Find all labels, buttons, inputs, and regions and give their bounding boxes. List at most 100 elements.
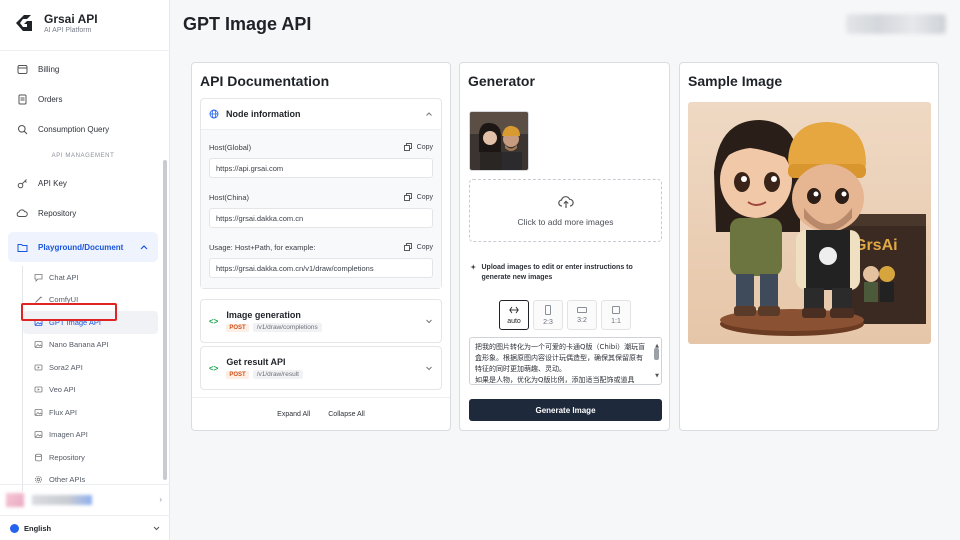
chevron-up-icon <box>140 243 148 252</box>
image-upload-dropzone[interactable]: Click to add more images <box>469 179 662 242</box>
orders-icon <box>16 93 28 105</box>
brand-logo-icon <box>16 15 32 31</box>
copy-label: Copy <box>416 193 433 201</box>
sub-item-sora2-api[interactable]: Sora2 API <box>23 356 158 379</box>
sidebar-item-label: Repository <box>38 208 77 218</box>
language-selector[interactable]: English <box>0 515 170 540</box>
method-badge: POST <box>226 370 249 379</box>
sidebar-scrollbar[interactable] <box>163 160 167 480</box>
sub-item-nano-banana-api[interactable]: Nano Banana API <box>23 334 158 357</box>
aspect-ratio-selector: auto 2:3 3:2 1:1 <box>499 300 635 330</box>
chevron-right-icon: › <box>159 495 162 504</box>
ratio-option-2-3[interactable]: 2:3 <box>533 300 563 330</box>
accordion-header[interactable]: <> Image generation POST /v1/draw/comple… <box>201 300 441 342</box>
image-icon <box>33 340 43 350</box>
ratio-label: 2:3 <box>543 318 553 326</box>
host-global-value[interactable]: https://api.grsai.com <box>209 158 433 178</box>
header-user-blurred[interactable] <box>846 14 946 34</box>
image-generation-accordion[interactable]: <> Image generation POST /v1/draw/comple… <box>200 299 442 343</box>
divider <box>0 50 170 51</box>
sub-item-label: Repository <box>49 452 85 462</box>
code-icon: <> <box>209 363 219 373</box>
endpoint-path: /v1/draw/result <box>252 370 303 379</box>
endpoint-title: Get result API <box>226 357 286 367</box>
database-icon <box>33 452 43 462</box>
chevron-down-icon <box>426 366 432 371</box>
ratio-label: 1:1 <box>611 317 621 325</box>
uploaded-image-thumbnail[interactable] <box>469 111 529 171</box>
copy-button[interactable]: Copy <box>403 243 433 251</box>
sample-image-panel: Sample Image GrsAi <box>679 62 939 431</box>
image-icon <box>33 430 43 440</box>
sub-item-imagen-api[interactable]: Imagen API <box>23 424 158 447</box>
brand-name: Grsai API <box>44 12 98 26</box>
copy-button[interactable]: Copy <box>403 193 433 201</box>
sub-item-label: Veo API <box>49 385 76 395</box>
brand-subtitle: AI API Platform <box>44 27 92 34</box>
sample-image[interactable]: GrsAi <box>688 102 931 344</box>
sidebar-item-orders[interactable]: Orders <box>8 84 158 114</box>
usage-value[interactable]: https://grsai.dakka.com.cn/v1/draw/compl… <box>209 258 433 278</box>
sub-item-flux-api[interactable]: Flux API <box>23 401 158 424</box>
ratio-option-3-2[interactable]: 3:2 <box>567 300 597 330</box>
sidebar: Grsai API AI API Platform Billing Orders <box>0 0 170 540</box>
sidebar-item-playground-document[interactable]: Playground/Document <box>8 232 158 262</box>
folder-icon <box>16 241 28 253</box>
code-icon: <> <box>209 316 219 326</box>
sub-item-label: Nano Banana API <box>49 340 109 350</box>
sub-item-repository[interactable]: Repository <box>23 446 158 469</box>
sidebar-item-billing[interactable]: Billing <box>8 54 158 84</box>
copy-label: Copy <box>416 143 433 151</box>
chevron-down-icon <box>426 319 432 324</box>
panel-title: Sample Image <box>688 73 783 89</box>
chevron-down-icon <box>153 524 160 533</box>
generator-panel: Generator Click to add more images Uploa… <box>459 62 670 431</box>
sub-item-chat-api[interactable]: Chat API <box>23 266 158 289</box>
sidebar-item-consumption-query[interactable]: Consumption Query <box>8 114 158 144</box>
sidebar-item-label: Playground/Document <box>38 242 124 252</box>
host-china-label: Host(China) <box>209 192 250 202</box>
accordion-header[interactable]: <> Get result API POST /v1/draw/result <box>201 347 441 389</box>
node-information-accordion: Node information Host(Global) Copy https… <box>200 98 442 289</box>
sidebar-item-label: Billing <box>38 64 60 74</box>
copy-icon <box>403 193 412 201</box>
sub-item-veo-api[interactable]: Veo API <box>23 379 158 402</box>
get-result-accordion[interactable]: <> Get result API POST /v1/draw/result <box>200 346 442 390</box>
sub-item-label: Imagen API <box>49 430 88 440</box>
sidebar-item-repository[interactable]: Repository <box>8 198 158 228</box>
method-badge: POST <box>226 323 249 332</box>
video-icon <box>33 385 43 395</box>
prompt-text: 把我的图片转化为一个可爱的卡通Q版（Chibi）潮玩盲盒形象。根据原图内容设计玩… <box>475 343 646 384</box>
video-icon <box>33 362 43 372</box>
ratio-option-auto[interactable]: auto <box>499 300 529 330</box>
sub-item-label: Flux API <box>49 407 77 417</box>
endpoint-title: Image generation <box>226 310 301 320</box>
collapse-all-button[interactable]: Collapse All <box>328 411 365 418</box>
generate-image-button[interactable]: Generate Image <box>469 399 662 421</box>
prompt-textarea[interactable]: 把我的图片转化为一个可爱的卡通Q版（Chibi）潮玩盲盒形象。根据原图内容设计玩… <box>469 337 662 385</box>
section-label-api-management: API MANAGEMENT <box>51 153 115 159</box>
globe-icon <box>209 109 219 119</box>
ratio-option-1-1[interactable]: 1:1 <box>601 300 631 330</box>
search-icon <box>16 123 28 135</box>
brand[interactable]: Grsai API AI API Platform <box>14 12 98 34</box>
ratio-label: 3:2 <box>577 316 587 324</box>
expand-all-button[interactable]: Expand All <box>277 411 310 418</box>
scroll-down-arrow[interactable]: ▼ <box>655 371 659 382</box>
cloud-upload-icon <box>557 195 574 208</box>
auto-ratio-icon <box>509 306 519 313</box>
user-account-row[interactable]: › <box>0 484 170 514</box>
prompt-scrollbar[interactable] <box>654 348 659 360</box>
box-brand-text: GrsAi <box>854 237 898 254</box>
sidebar-item-api-key[interactable]: API Key <box>8 168 158 198</box>
sub-item-label: Other APIs <box>49 475 86 485</box>
accordion-header[interactable]: Node information <box>201 99 441 129</box>
copy-label: Copy <box>416 243 433 251</box>
copy-icon <box>403 143 412 151</box>
upload-hint: Upload images to edit or enter instructi… <box>470 263 663 283</box>
host-global-label: Host(Global) <box>209 142 252 152</box>
copy-button[interactable]: Copy <box>403 143 433 151</box>
page-title: GPT Image API <box>183 14 312 34</box>
host-china-value[interactable]: https://grsai.dakka.com.cn <box>209 208 433 228</box>
endpoint-path: /v1/draw/completions <box>252 323 322 332</box>
